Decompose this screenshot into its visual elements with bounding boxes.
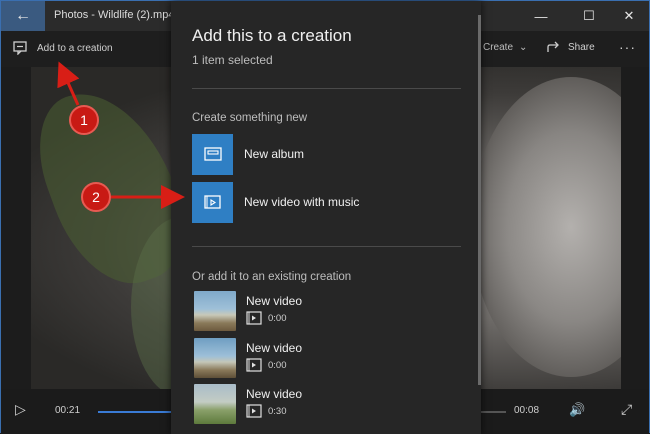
photos-app-window: ← Photos - Wildlife (2).mp4 — ☐ ✕ Add to… xyxy=(0,0,650,434)
annotation-marker-1: 1 xyxy=(69,105,99,135)
annotation-arrows xyxy=(57,61,185,209)
annotation-arrow-1 xyxy=(57,61,80,106)
annotation-marker-2: 2 xyxy=(81,182,111,212)
